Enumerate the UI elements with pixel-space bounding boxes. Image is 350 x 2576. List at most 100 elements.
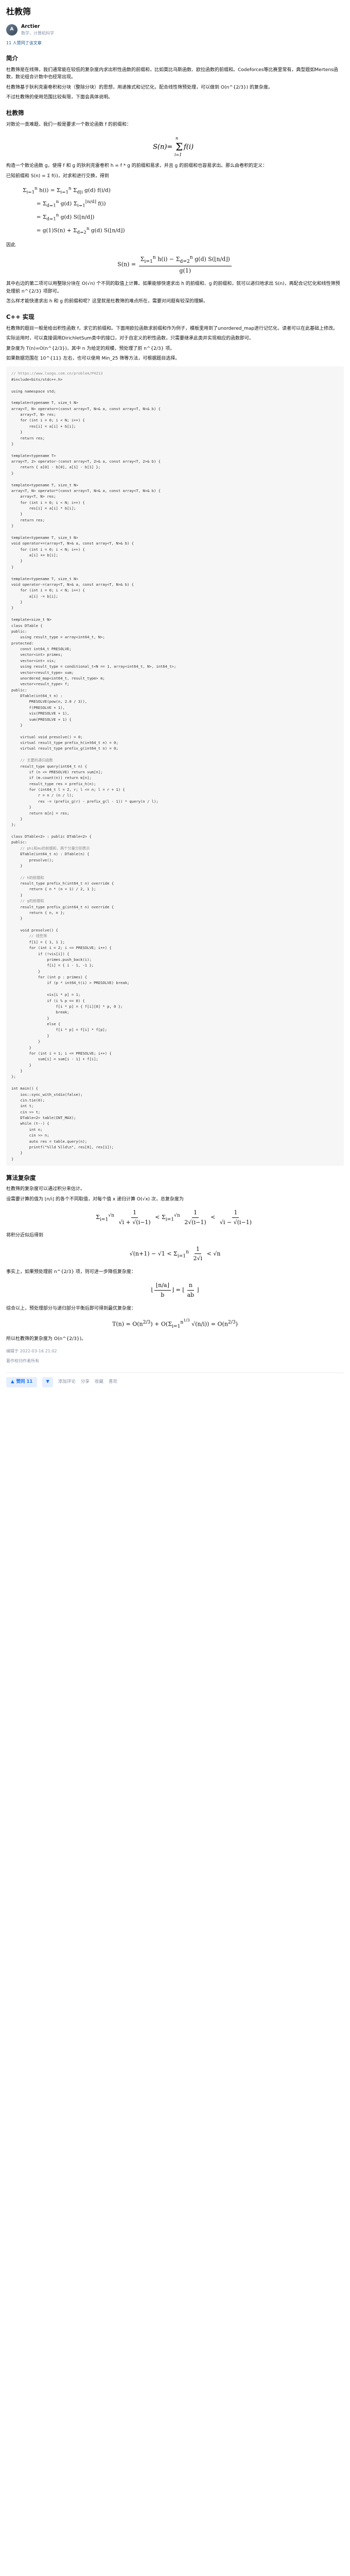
- code-line: }: [11, 722, 23, 727]
- upvote-note[interactable]: 11 人赞同了该文章: [6, 40, 344, 47]
- formula-complexity-bound: √(n+1) − √1 < Σi=1n 1 2√i < √n: [129, 1245, 221, 1262]
- avatar[interactable]: A: [6, 24, 18, 36]
- code-line: }: [11, 863, 23, 868]
- code-line: DTable(int64_t n) : DTable(n) {: [11, 852, 90, 857]
- code-line: }: [11, 916, 23, 921]
- code-line: }: [11, 441, 14, 446]
- svg-text:i=1: i=1: [174, 152, 182, 157]
- code-line: res[i] = a[i] * b[i];: [11, 506, 76, 511]
- intro-paragraph-1: 杜教筛是在线筛，我们通常能在较低的复杂度内求出积性函数的前缀和，比如莫比乌斯函数…: [6, 67, 338, 80]
- action-bar: ▲ 赞同 11 ▼ 添加评论 分享 收藏 喜欢: [6, 1372, 344, 1388]
- code-line: PRESOLVE(pow(n, 2.0 / 3)),: [11, 699, 87, 704]
- code-line: public:: [11, 629, 27, 634]
- code-line: }: [11, 523, 14, 529]
- code-line: using result_type = conditional_t<N == 1…: [11, 664, 177, 669]
- code-line: if (p * int64_t(i) > PRESOLVE) break;: [11, 980, 130, 986]
- code-line: }: [11, 816, 23, 821]
- code-line: // https://www.luogu.com.cn/problem/P421…: [11, 371, 103, 376]
- code-line: array<T, N> operator+(const array<T, N>&…: [11, 406, 161, 411]
- code-line: using result_type = array<int64_t, N>;: [11, 635, 105, 640]
- code-line: return { n, n };: [11, 910, 65, 915]
- code-line: result_type prefix_g(int64_t n) override…: [11, 904, 114, 909]
- complexity-paragraph-4: 事实上，如果预处理前 n^{2/3} 项，则可进一步降低复杂度：: [6, 1269, 136, 1275]
- code-line: // phi和mu的前缀和，两个分量分别表示: [11, 845, 90, 851]
- code-line: virtual result_type prefix_h(int64_t n) …: [11, 740, 118, 745]
- code-line: // 线性筛: [11, 934, 47, 939]
- code-line: int t;: [11, 1104, 34, 1109]
- code-line: template<typename T, size_t N>: [11, 400, 78, 405]
- code-line: f[1] = { 1, 1 };: [11, 939, 65, 944]
- code-line: primes.push_back(i);: [11, 957, 92, 962]
- section-complexity-heading: 算法复杂度: [6, 1174, 36, 1182]
- code-line: return res;: [11, 517, 45, 522]
- author-block: A Arctier 数学，计算机科学: [6, 23, 344, 37]
- svg-text:n: n: [176, 136, 178, 141]
- share-button[interactable]: 分享: [81, 1379, 90, 1386]
- code-line: for (int i = 0; i < N; i++) {: [11, 588, 85, 593]
- code-line: void operator+=(array<T, N>& a, const ar…: [11, 541, 134, 546]
- code-line: vis(PRESOLVE + 1),: [11, 711, 69, 716]
- principle-paragraph-1: 对数论一类难题，我们一般是要求一个数论函数 f 的前缀和：: [6, 122, 131, 127]
- code-line: // g的前缀和: [11, 899, 44, 904]
- principle-paragraph-3: 已知前缀和 S(n) = Σ f(i)，对求和进行交换，得到: [6, 173, 109, 179]
- code-line: }: [11, 1156, 14, 1161]
- code-line: printf("%lld %lld\n", res[0], res[1]);: [11, 1144, 114, 1149]
- impl-paragraph-3: 复杂度为 T(n)=O(n^{2/3})，其中 n 为给定的规模，预处理了前 n…: [6, 346, 175, 351]
- code-line: }: [11, 430, 23, 435]
- svg-text:S(n)=: S(n)=: [153, 143, 172, 151]
- code-line: for (int i = 0; i < N; i++) {: [11, 418, 85, 423]
- formula-derivation: Σi=1n h(i) = Σi=1n Σd|i g(d) f(i/d) = Σd…: [23, 185, 125, 235]
- code-line: }: [11, 600, 23, 605]
- code-line: using namespace std;: [11, 388, 56, 394]
- triangle-down-icon: ▼: [46, 1379, 49, 1385]
- comment-button[interactable]: 添加评论: [58, 1379, 76, 1386]
- formula-floor-split: ⌊ ⌊n/a⌋ b ⌋ = ⌊ n ab ⌋: [151, 1282, 199, 1298]
- complexity-paragraph-2: 设需要计算的值为 ⌊n/i⌋ 的各个不同取值，对每个值 x 递归计算 O(√x)…: [6, 1196, 184, 1202]
- code-line: };: [11, 1074, 16, 1079]
- downvote-button[interactable]: ▼: [42, 1377, 53, 1388]
- code-line: class DTable<2> : public DTable<2> {: [11, 834, 92, 839]
- triangle-up-icon: ▲: [11, 1379, 14, 1385]
- code-line: f[i] = { i - 1, -1 };: [11, 963, 94, 968]
- section-principle-heading: 杜教筛: [6, 109, 24, 117]
- favorite-button[interactable]: 收藏: [95, 1379, 103, 1386]
- code-line: }: [11, 1062, 31, 1067]
- code-line: for (int p : primes) {: [11, 975, 87, 980]
- code-line: }: [11, 564, 14, 569]
- complexity-paragraph-5: 综合以上，预处理部分与递归部分平衡后即可得到最优复杂度：: [6, 1306, 136, 1311]
- code-line: a[i] -= b[i];: [11, 594, 58, 599]
- code-line: template<typename T, size_t N>: [11, 576, 78, 581]
- code-line: }: [11, 1045, 31, 1050]
- code-line: }: [11, 969, 41, 974]
- code-line: cin.tie(0);: [11, 1097, 45, 1103]
- code-line: template<typename T, size_t N>: [11, 535, 78, 540]
- code-line: result_type prefix_h(int64_t n) override…: [11, 881, 114, 886]
- author-name[interactable]: Arctier: [21, 23, 54, 30]
- code-line: result_type res = prefix_h(n);: [11, 781, 96, 786]
- principle-paragraph-4: 因此: [6, 242, 16, 248]
- code-line: }: [11, 605, 14, 611]
- code-line: }: [11, 512, 23, 517]
- code-line: if (!vis[i]) {: [11, 951, 69, 956]
- code-line: return { a[0] - b[0], a[1] - b[1] };: [11, 465, 101, 470]
- code-line: template<typename T, size_t N>: [11, 482, 78, 487]
- like-button[interactable]: 喜欢: [109, 1379, 117, 1386]
- code-line: vector<int> primes;: [11, 652, 63, 657]
- principle-paragraph-6: 怎么样才能快速求出 h 和 g 的前缀和呢？这里就是杜教筛的难点所在，需要对问题…: [6, 299, 208, 304]
- code-line: vector<result_type> f;: [11, 682, 69, 687]
- code-line: }: [11, 1069, 23, 1074]
- code-line: DTable<2> table(INT_MAX);: [11, 1115, 76, 1121]
- svg-text:Σ: Σ: [176, 141, 183, 153]
- code-line: }: [11, 1015, 49, 1021]
- code-line: while (t--) {: [11, 1121, 49, 1126]
- code-line: cin >> n;: [11, 1133, 49, 1138]
- impl-paragraph-4: 如果数据范围在 10^{11} 左右，也可以使用 Min_25 筛等方法，可根据…: [6, 356, 180, 361]
- code-line: if (n <= PRESOLVE) return sum[n];: [11, 769, 103, 774]
- code-line: if (m.count(n)) return m[n];: [11, 775, 92, 781]
- code-block[interactable]: // https://www.luogu.com.cn/problem/P421…: [6, 366, 344, 1166]
- upvote-button[interactable]: ▲ 赞同 11: [6, 1377, 38, 1388]
